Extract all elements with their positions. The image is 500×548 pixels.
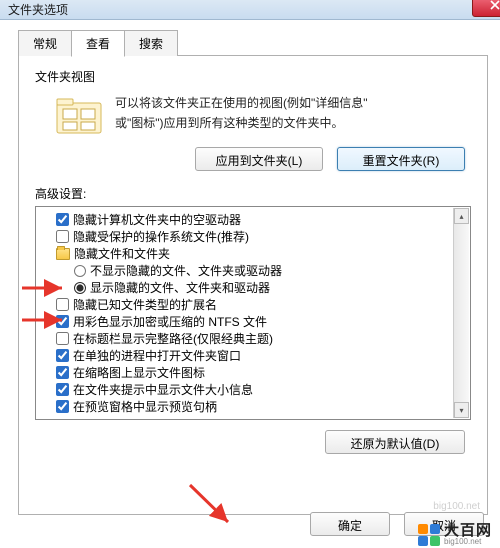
option-checkbox[interactable] xyxy=(56,230,69,243)
ok-button[interactable]: 确定 xyxy=(310,512,390,536)
scrollbar[interactable]: ▴ ▾ xyxy=(453,208,469,418)
logo-icon xyxy=(418,524,440,546)
reset-folders-button[interactable]: 重置文件夹(R) xyxy=(337,147,465,171)
folder-options-window: 文件夹选项 常规 查看 搜索 文件夹视图 可以将该文件夹正在使用的视图 xyxy=(0,0,500,548)
list-item[interactable]: 隐藏已知文件类型的扩展名 xyxy=(42,296,464,313)
option-radio[interactable] xyxy=(74,265,86,277)
list-item[interactable]: 在标题栏显示完整路径(仅限经典主题) xyxy=(42,330,464,347)
desc-line: 或"图标")应用到所有这种类型的文件夹中。 xyxy=(115,113,368,133)
list-item[interactable]: 隐藏受保护的操作系统文件(推荐) xyxy=(42,228,464,245)
scroll-up-button[interactable]: ▴ xyxy=(454,208,469,224)
tab-general[interactable]: 常规 xyxy=(18,30,72,56)
tab-search[interactable]: 搜索 xyxy=(124,30,178,56)
tab-label: 查看 xyxy=(86,37,110,51)
option-radio[interactable] xyxy=(74,282,86,294)
tab-view[interactable]: 查看 xyxy=(71,30,125,57)
window-title: 文件夹选项 xyxy=(8,1,68,18)
option-label: 用彩色显示加密或压缩的 NTFS 文件 xyxy=(73,313,267,330)
watermark-text: big100.net xyxy=(433,501,480,512)
folder-icon xyxy=(56,248,70,260)
list-item[interactable]: 不显示隐藏的文件、文件夹或驱动器 xyxy=(42,262,464,279)
folder-view-buttons: 应用到文件夹(L) 重置文件夹(R) xyxy=(35,147,471,171)
list-item[interactable]: 在文件夹提示中显示文件大小信息 xyxy=(42,381,464,398)
option-checkbox[interactable] xyxy=(56,315,69,328)
desc-line: 可以将该文件夹正在使用的视图(例如"详细信息" xyxy=(115,93,368,113)
close-icon xyxy=(490,0,500,10)
advanced-settings-title: 高级设置: xyxy=(35,185,471,202)
option-label: 隐藏文件和文件夹 xyxy=(74,245,170,262)
list-item[interactable]: 在缩略图上显示文件图标 xyxy=(42,364,464,381)
tab-label: 搜索 xyxy=(139,37,163,51)
logo-text-cn: 大百网 xyxy=(444,523,492,538)
option-label: 显示隐藏的文件、文件夹和驱动器 xyxy=(90,279,270,296)
site-logo: 大百网 big100.net xyxy=(418,523,492,546)
option-checkbox[interactable] xyxy=(56,298,69,311)
option-label: 在缩略图上显示文件图标 xyxy=(73,364,205,381)
close-button[interactable] xyxy=(472,0,500,17)
list-item[interactable]: 隐藏文件和文件夹 xyxy=(42,245,464,262)
restore-defaults-button[interactable]: 还原为默认值(D) xyxy=(325,430,465,454)
list-item[interactable]: 隐藏计算机文件夹中的空驱动器 xyxy=(42,211,464,228)
list-item[interactable]: 在单独的进程中打开文件夹窗口 xyxy=(42,347,464,364)
tab-strip: 常规 查看 搜索 xyxy=(18,30,500,56)
option-label: 在单独的进程中打开文件夹窗口 xyxy=(73,347,241,364)
option-checkbox[interactable] xyxy=(56,349,69,362)
scroll-down-button[interactable]: ▾ xyxy=(454,402,469,418)
folder-views-icon xyxy=(55,95,105,135)
list-item[interactable]: 显示隐藏的文件、文件夹和驱动器 xyxy=(42,279,464,296)
option-checkbox[interactable] xyxy=(56,332,69,345)
option-label: 隐藏计算机文件夹中的空驱动器 xyxy=(73,211,241,228)
folder-view-section: 可以将该文件夹正在使用的视图(例如"详细信息" 或"图标")应用到所有这种类型的… xyxy=(35,91,471,135)
option-label: 隐藏受保护的操作系统文件(推荐) xyxy=(73,228,249,245)
restore-defaults-row: 还原为默认值(D) xyxy=(35,430,471,454)
scroll-track[interactable] xyxy=(454,225,469,401)
apply-to-folders-button[interactable]: 应用到文件夹(L) xyxy=(195,147,323,171)
option-checkbox[interactable] xyxy=(56,213,69,226)
option-label: 在预览窗格中显示预览句柄 xyxy=(73,398,217,415)
option-label: 隐藏已知文件类型的扩展名 xyxy=(73,296,217,313)
logo-text-en: big100.net xyxy=(444,538,492,546)
advanced-settings-list[interactable]: ▴ ▾ 隐藏计算机文件夹中的空驱动器隐藏受保护的操作系统文件(推荐)隐藏文件和文… xyxy=(35,206,471,420)
tab-panel-view: 文件夹视图 可以将该文件夹正在使用的视图(例如"详细信息" 或"图标")应用到所… xyxy=(18,55,488,515)
option-label: 在标题栏显示完整路径(仅限经典主题) xyxy=(73,330,273,347)
list-item[interactable]: 用彩色显示加密或压缩的 NTFS 文件 xyxy=(42,313,464,330)
tab-label: 常规 xyxy=(33,37,57,51)
folder-view-title: 文件夹视图 xyxy=(35,68,471,85)
option-label: 在文件夹提示中显示文件大小信息 xyxy=(73,381,253,398)
list-item[interactable]: 在预览窗格中显示预览句柄 xyxy=(42,398,464,415)
folder-view-description: 可以将该文件夹正在使用的视图(例如"详细信息" 或"图标")应用到所有这种类型的… xyxy=(115,91,368,134)
option-label: 不显示隐藏的文件、文件夹或驱动器 xyxy=(90,262,282,279)
option-checkbox[interactable] xyxy=(56,383,69,396)
option-checkbox[interactable] xyxy=(56,400,69,413)
option-checkbox[interactable] xyxy=(56,366,69,379)
titlebar: 文件夹选项 xyxy=(0,0,500,20)
